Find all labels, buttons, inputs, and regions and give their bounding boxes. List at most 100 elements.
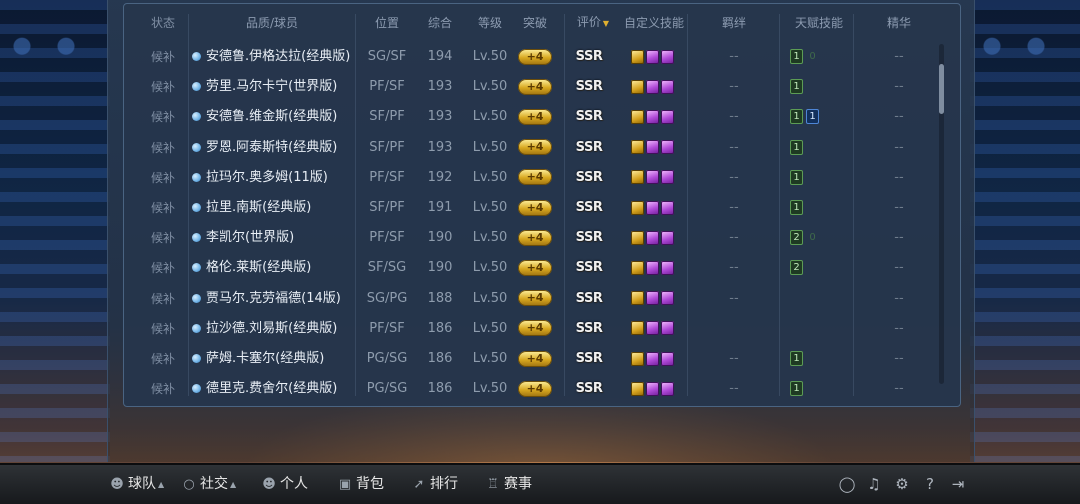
player-name-cell[interactable]: 贾马尔.克劳福德(14版) — [192, 284, 352, 314]
gold-skill-icon[interactable] — [630, 291, 644, 306]
support-icon[interactable]: ◯ — [836, 473, 858, 495]
custom-skills[interactable] — [618, 133, 688, 163]
talent-skills[interactable]: 1 — [790, 344, 860, 374]
table-row[interactable]: 候补 贾马尔.克劳福德(14版) SG/PG 188 Lv.50 +4 SSR -- -- — [124, 284, 936, 314]
skill-icon[interactable] — [660, 49, 674, 64]
custom-skills[interactable] — [618, 102, 688, 132]
exit-icon[interactable]: ⇥ — [947, 473, 969, 495]
nav-rank[interactable]: ➚ 排行 — [412, 465, 458, 504]
skill-icon[interactable] — [660, 381, 674, 396]
player-name-cell[interactable]: 罗恩.阿泰斯特(经典版) — [192, 133, 352, 163]
talent-skills[interactable]: 1 — [790, 72, 860, 102]
gold-skill-icon[interactable] — [630, 351, 644, 366]
custom-skills[interactable] — [618, 284, 688, 314]
talent-badge[interactable]: 1 — [790, 49, 803, 64]
music-icon[interactable]: ♫ — [863, 473, 885, 495]
skill-icon[interactable] — [645, 109, 659, 124]
talent-badge[interactable]: 2 — [790, 230, 803, 246]
skill-icon[interactable] — [660, 260, 674, 275]
custom-skills[interactable] — [618, 42, 688, 72]
scrollbar[interactable] — [939, 44, 944, 384]
talent-skills[interactable]: 2 — [790, 253, 860, 283]
table-row[interactable]: 候补 拉里.南斯(经典版) SF/PF 191 Lv.50 +4 SSR -- 1 -- — [124, 193, 936, 223]
custom-skills[interactable] — [618, 344, 688, 374]
talent-badge[interactable]: 1 — [790, 79, 803, 95]
player-name-cell[interactable]: 安德鲁.伊格达拉(经典版) — [192, 42, 352, 72]
nav-team[interactable]: ☻ 球队 ▲ — [110, 465, 164, 504]
talent-badge[interactable]: 1 — [806, 109, 819, 125]
table-row[interactable]: 候补 罗恩.阿泰斯特(经典版) SF/PF 193 Lv.50 +4 SSR -- 1 -- — [124, 133, 936, 163]
gold-skill-icon[interactable] — [630, 170, 644, 185]
skill-icon[interactable] — [660, 351, 674, 366]
header-name[interactable]: 品质/球员 — [192, 4, 352, 42]
nav-personal[interactable]: ☻ 个人 — [262, 465, 308, 504]
table-row[interactable]: 候补 德里克.费舍尔(经典版) PG/SG 186 Lv.50 +4 SSR -- 1 -- — [124, 374, 936, 404]
help-icon[interactable]: ? — [919, 473, 941, 495]
table-row[interactable]: 候补 格伦.莱斯(经典版) SF/SG 190 Lv.50 +4 SSR -- 2 -- — [124, 253, 936, 283]
header-rating[interactable]: 评价 ▼ — [570, 3, 616, 43]
gold-skill-icon[interactable] — [630, 49, 644, 64]
talent-skills[interactable]: 1 — [790, 133, 860, 163]
table-row[interactable]: 候补 拉玛尔.奥多姆(11版) PF/SF 192 Lv.50 +4 SSR -- 1 -- — [124, 163, 936, 193]
table-row[interactable]: 候补 安德鲁.维金斯(经典版) SF/PF 193 Lv.50 +4 SSR -- 1 1 -- — [124, 102, 936, 132]
header-position[interactable]: 位置 — [356, 4, 418, 42]
player-name-cell[interactable]: 格伦.莱斯(经典版) — [192, 253, 352, 283]
custom-skills[interactable] — [618, 374, 688, 404]
custom-skills[interactable] — [618, 72, 688, 102]
player-name-cell[interactable]: 萨姆.卡塞尔(经典版) — [192, 344, 352, 374]
talent-badge[interactable]: 1 — [790, 200, 803, 215]
talent-badge[interactable]: 2 — [790, 260, 803, 276]
talent-badge[interactable]: 1 — [790, 169, 803, 185]
header-status[interactable]: 状态 — [138, 4, 188, 42]
skill-icon[interactable] — [660, 321, 674, 336]
player-name-cell[interactable]: 拉玛尔.奥多姆(11版) — [192, 163, 352, 193]
skill-icon[interactable] — [645, 170, 659, 185]
player-name-cell[interactable]: 拉沙德.刘易斯(经典版) — [192, 314, 352, 344]
gold-skill-icon[interactable] — [630, 230, 644, 245]
skill-icon[interactable] — [645, 260, 659, 275]
gold-skill-icon[interactable] — [630, 200, 644, 215]
header-breakthrough[interactable]: 突破 — [509, 4, 561, 42]
skill-icon[interactable] — [645, 291, 659, 306]
skill-icon[interactable] — [645, 200, 659, 215]
custom-skills[interactable] — [618, 314, 688, 344]
player-name-cell[interactable]: 劳里.马尔卡宁(世界版) — [192, 72, 352, 102]
gold-skill-icon[interactable] — [630, 140, 644, 155]
header-overall[interactable]: 综合 — [420, 4, 460, 42]
header-bond[interactable]: 羁绊 — [704, 4, 764, 42]
custom-skills[interactable] — [618, 223, 688, 253]
skill-icon[interactable] — [645, 321, 659, 336]
player-name-cell[interactable]: 德里克.费舍尔(经典版) — [192, 374, 352, 404]
talent-skills[interactable]: 11 — [790, 102, 860, 132]
player-name-cell[interactable]: 李凯尔(世界版) — [192, 223, 352, 253]
gold-skill-icon[interactable] — [630, 109, 644, 124]
skill-icon[interactable] — [660, 170, 674, 185]
table-row[interactable]: 候补 萨姆.卡塞尔(经典版) PG/SG 186 Lv.50 +4 SSR -- 1 -- — [124, 344, 936, 374]
scrollbar-thumb[interactable] — [939, 64, 944, 114]
player-name-cell[interactable]: 拉里.南斯(经典版) — [192, 193, 352, 223]
custom-skills[interactable] — [618, 253, 688, 283]
skill-icon[interactable] — [660, 109, 674, 124]
talent-badge[interactable]: 1 — [790, 109, 803, 125]
gold-skill-icon[interactable] — [630, 381, 644, 396]
nav-social[interactable]: ○ 社交 ▲ — [182, 465, 236, 504]
skill-icon[interactable] — [660, 230, 674, 245]
skill-icon[interactable] — [660, 200, 674, 215]
skill-icon[interactable] — [660, 140, 674, 155]
skill-icon[interactable] — [645, 79, 659, 94]
skill-icon[interactable] — [645, 140, 659, 155]
skill-icon[interactable] — [645, 351, 659, 366]
table-row[interactable]: 候补 拉沙德.刘易斯(经典版) PF/SF 186 Lv.50 +4 SSR -- — [124, 314, 936, 344]
header-custom-skills[interactable]: 自定义技能 — [616, 4, 692, 42]
nav-bag[interactable]: ▣ 背包 — [338, 465, 384, 504]
talent-skills[interactable]: 20 — [790, 223, 860, 253]
skill-icon[interactable] — [645, 381, 659, 396]
talent-skills[interactable]: 10 — [790, 42, 860, 72]
header-talent[interactable]: 天赋技能 — [784, 4, 854, 42]
talent-skills[interactable]: 1 — [790, 374, 860, 404]
talent-badge[interactable]: 1 — [790, 381, 803, 397]
header-essence[interactable]: 精华 — [876, 4, 922, 42]
talent-skills[interactable]: 1 — [790, 163, 860, 193]
talent-badge[interactable]: 1 — [790, 139, 803, 155]
gold-skill-icon[interactable] — [630, 79, 644, 94]
